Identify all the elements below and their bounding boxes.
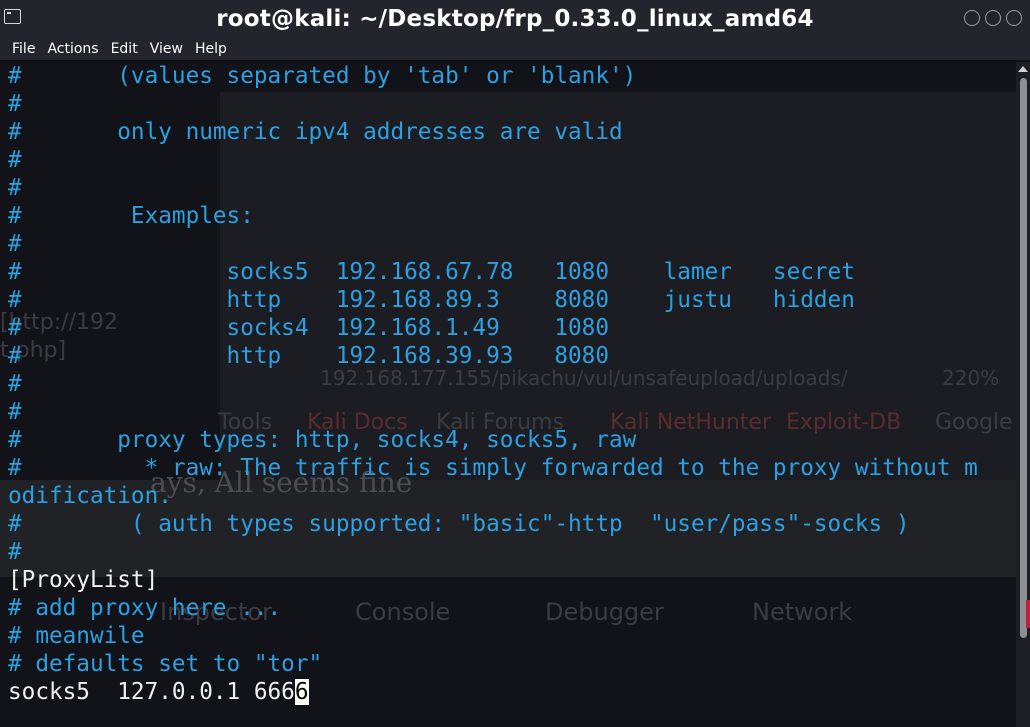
- terminal-line: # defaults set to "tor": [8, 651, 323, 677]
- terminal-line: # socks4 192.168.1.49 1080: [8, 315, 609, 341]
- menu-file[interactable]: File: [0, 41, 41, 57]
- background-accent-mark: [1026, 600, 1030, 628]
- terminal-line: odification.: [8, 483, 172, 509]
- terminal-line: # * raw: The traffic is simply forwarded…: [8, 455, 978, 481]
- terminal-line: #: [8, 371, 22, 397]
- terminal-line: #: [8, 147, 22, 173]
- terminal-line: #: [8, 399, 22, 425]
- menu-bar: File Actions Edit View Help: [0, 38, 1030, 60]
- terminal-line: # http 192.168.89.3 8080 justu hidden: [8, 287, 855, 313]
- terminal-line: # ( auth types supported: "basic"-http "…: [8, 511, 910, 537]
- terminal-line: # Examples:: [8, 203, 254, 229]
- menu-actions[interactable]: Actions: [41, 41, 104, 57]
- current-line-text: socks5 127.0.0.1 666: [8, 679, 295, 705]
- menu-help[interactable]: Help: [189, 41, 233, 57]
- terminal-output[interactable]: # (values separated by 'tab' or 'blank')…: [0, 62, 1016, 727]
- title-bar: root@kali: ~/Desktop/frp_0.33.0_linux_am…: [0, 0, 1030, 38]
- terminal-line: # only numeric ipv4 addresses are valid: [8, 119, 623, 145]
- terminal-line: # socks5 192.168.67.78 1080 lamer secret: [8, 259, 855, 285]
- terminal-app-icon[interactable]: [4, 9, 21, 24]
- terminal-line: # meanwile: [8, 623, 145, 649]
- terminal-line: #: [8, 91, 22, 117]
- terminal-line: #: [8, 539, 22, 565]
- terminal-line: #: [8, 231, 22, 257]
- minimize-button[interactable]: [964, 10, 980, 26]
- scroll-up-arrow-icon[interactable]: [1018, 66, 1028, 72]
- terminal-line: # add proxy here ...: [8, 595, 282, 621]
- maximize-button[interactable]: [985, 10, 1001, 26]
- text-cursor: 6: [294, 679, 309, 705]
- terminal-line: # proxy types: http, socks4, socks5, raw: [8, 427, 637, 453]
- terminal-line: # http 192.168.39.93 8080: [8, 343, 609, 369]
- terminal-line: # (values separated by 'tab' or 'blank'): [8, 63, 637, 89]
- terminal-line: #: [8, 175, 22, 201]
- menu-view[interactable]: View: [144, 41, 189, 57]
- menu-edit[interactable]: Edit: [105, 41, 144, 57]
- close-button[interactable]: [1006, 10, 1022, 26]
- scrollbar-thumb[interactable]: [1020, 78, 1027, 638]
- window-title: root@kali: ~/Desktop/frp_0.33.0_linux_am…: [216, 6, 814, 32]
- terminal-line-section-header: [ProxyList]: [8, 567, 159, 593]
- terminal-line-current[interactable]: socks5 127.0.0.1 6666: [8, 678, 309, 706]
- window-controls: [964, 10, 1022, 26]
